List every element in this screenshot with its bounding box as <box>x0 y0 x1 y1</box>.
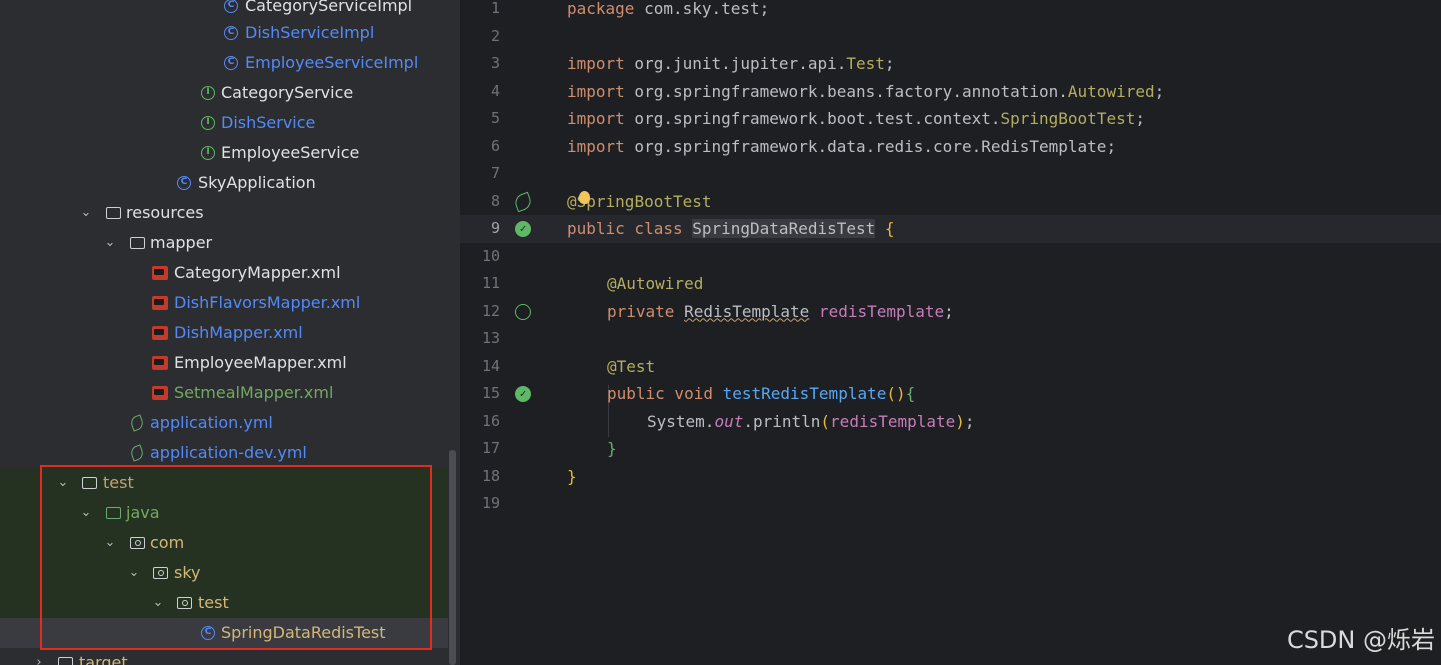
code-line[interactable]: 6 import org.springframework.data.redis.… <box>460 133 1441 161</box>
line-number: 4 <box>490 81 500 100</box>
mybatis-xml-icon <box>151 258 169 288</box>
class-icon: C <box>222 18 240 48</box>
resources-folder-icon <box>104 198 122 228</box>
code-line[interactable]: 15 ✓ public void testRedisTemplate(){ <box>460 380 1441 408</box>
class-icon: C <box>199 618 217 648</box>
package-icon <box>175 588 193 618</box>
code-line[interactable]: 3 import org.junit.jupiter.api.Test; <box>460 50 1441 78</box>
interface-icon: I <box>199 108 217 138</box>
code-line[interactable]: 8 @SpringBootTest <box>460 188 1441 216</box>
chevron-right-icon[interactable]: › <box>32 648 46 665</box>
line-number: 12 <box>481 301 500 320</box>
code-line[interactable]: 13 <box>460 325 1441 353</box>
code-line[interactable]: 7 <box>460 160 1441 188</box>
project-tree-panel: C CategoryServiceImpl C DishServiceImpl … <box>0 0 460 665</box>
run-test-gutter-icon[interactable]: ✓ <box>515 386 531 402</box>
run-test-gutter-icon[interactable]: ✓ <box>515 221 531 237</box>
tree-item-application-dev-yml[interactable]: application-dev.yml <box>0 438 448 468</box>
mybatis-xml-icon <box>151 348 169 378</box>
navigate-to-bean-gutter-icon[interactable] <box>515 303 531 320</box>
tree-item-dishmapper-xml[interactable]: DishMapper.xml <box>0 318 448 348</box>
watermark: CSDN @烁岩 <box>1286 626 1435 654</box>
line-number: 16 <box>481 411 500 430</box>
folder-icon <box>56 648 74 665</box>
tree-item-sky[interactable]: ⌄ sky <box>0 558 448 588</box>
mybatis-xml-icon <box>151 318 169 348</box>
tree-item-mapper[interactable]: ⌄ mapper <box>0 228 448 258</box>
line-number: 13 <box>481 329 500 347</box>
code-line[interactable]: 10 <box>460 243 1441 271</box>
tree-item-dishflavorsmapper-xml[interactable]: DishFlavorsMapper.xml <box>0 288 448 318</box>
chevron-down-icon[interactable]: ⌄ <box>151 588 165 618</box>
code-line[interactable]: 2 <box>460 23 1441 51</box>
code-line[interactable]: 16 System.out.println(redisTemplate); <box>460 408 1441 436</box>
tree-item-setmealmapper-xml[interactable]: SetmealMapper.xml <box>0 378 448 408</box>
line-number: 18 <box>481 466 500 485</box>
line-number: 2 <box>490 26 500 45</box>
chevron-down-icon[interactable]: ⌄ <box>103 528 117 558</box>
chevron-down-icon[interactable]: ⌄ <box>103 228 117 258</box>
line-number: 8 <box>490 191 500 210</box>
tree-item-employeeservice[interactable]: I EmployeeService <box>0 138 448 168</box>
mybatis-xml-icon <box>151 378 169 408</box>
code-editor[interactable]: 1 package com.sky.test; 2 3 import org.j… <box>460 0 1441 665</box>
code-line[interactable]: 5 import org.springframework.boot.test.c… <box>460 105 1441 133</box>
line-number: 1 <box>490 0 500 17</box>
code-line[interactable]: 4 import org.springframework.beans.facto… <box>460 78 1441 106</box>
line-number: 17 <box>481 439 500 457</box>
spring-config-icon <box>128 408 146 438</box>
interface-icon: I <box>199 138 217 168</box>
chevron-down-icon[interactable]: ⌄ <box>79 198 93 228</box>
tree-item-target[interactable]: › target <box>0 648 448 665</box>
code-line[interactable]: 18 } <box>460 463 1441 491</box>
chevron-down-icon[interactable]: ⌄ <box>127 558 141 588</box>
tree-item-categoryservice[interactable]: I CategoryService <box>0 78 448 108</box>
tree-item-application-yml[interactable]: application.yml <box>0 408 448 438</box>
line-number: 7 <box>490 164 500 182</box>
tree-item-categorymapper-xml[interactable]: CategoryMapper.xml <box>0 258 448 288</box>
line-number: 15 <box>481 384 500 402</box>
code-line-current[interactable]: 9 ✓ public class SpringDataRedisTest { <box>460 215 1441 243</box>
code-line[interactable]: 11 @Autowired <box>460 270 1441 298</box>
tree-item-springdataredistest[interactable]: C SpringDataRedisTest <box>0 618 448 648</box>
line-number: 14 <box>481 356 500 375</box>
line-number: 10 <box>481 246 500 265</box>
tree-item-employeeserviceimpl[interactable]: C EmployeeServiceImpl <box>0 48 448 78</box>
line-number: 9 <box>490 219 500 237</box>
line-number: 6 <box>490 136 500 155</box>
test-sources-folder-icon <box>104 498 122 528</box>
interface-icon: I <box>199 78 217 108</box>
tree-item-test-folder[interactable]: ⌄ test <box>0 468 448 498</box>
class-icon: C <box>222 48 240 78</box>
code-line[interactable]: 19 <box>460 490 1441 518</box>
tree-item-dishserviceimpl[interactable]: C DishServiceImpl <box>0 18 448 48</box>
tree-item-java[interactable]: ⌄ java <box>0 498 448 528</box>
code-line[interactable]: 1 package com.sky.test; <box>460 0 1441 23</box>
spring-app-icon: C <box>175 168 193 198</box>
code-line[interactable]: 14 @Test <box>460 353 1441 381</box>
line-number: 11 <box>481 274 500 292</box>
tree-item-com[interactable]: ⌄ com <box>0 528 448 558</box>
tree-scrollbar[interactable] <box>449 450 456 665</box>
code-line[interactable]: 17 } <box>460 435 1441 463</box>
line-number: 3 <box>490 54 500 72</box>
folder-icon <box>128 228 146 258</box>
folder-icon <box>80 468 98 498</box>
package-icon <box>151 558 169 588</box>
line-number: 19 <box>481 494 500 512</box>
tree-item-resources[interactable]: ⌄ resources <box>0 198 448 228</box>
code-line[interactable]: 12 private RedisTemplate redisTemplate; <box>460 298 1441 326</box>
chevron-down-icon[interactable]: ⌄ <box>79 498 93 528</box>
mybatis-xml-icon <box>151 288 169 318</box>
spring-bean-gutter-icon[interactable] <box>512 191 534 212</box>
tree-item-employeemapper-xml[interactable]: EmployeeMapper.xml <box>0 348 448 378</box>
tree-item-test-package[interactable]: ⌄ test <box>0 588 448 618</box>
package-icon <box>128 528 146 558</box>
tree-item-skyapplication[interactable]: C SkyApplication <box>0 168 448 198</box>
lightbulb-icon[interactable] <box>579 190 590 204</box>
tree-item-dishservice[interactable]: I DishService <box>0 108 448 138</box>
spring-config-icon <box>128 438 146 468</box>
line-number: 5 <box>490 109 500 127</box>
chevron-down-icon[interactable]: ⌄ <box>56 468 70 498</box>
